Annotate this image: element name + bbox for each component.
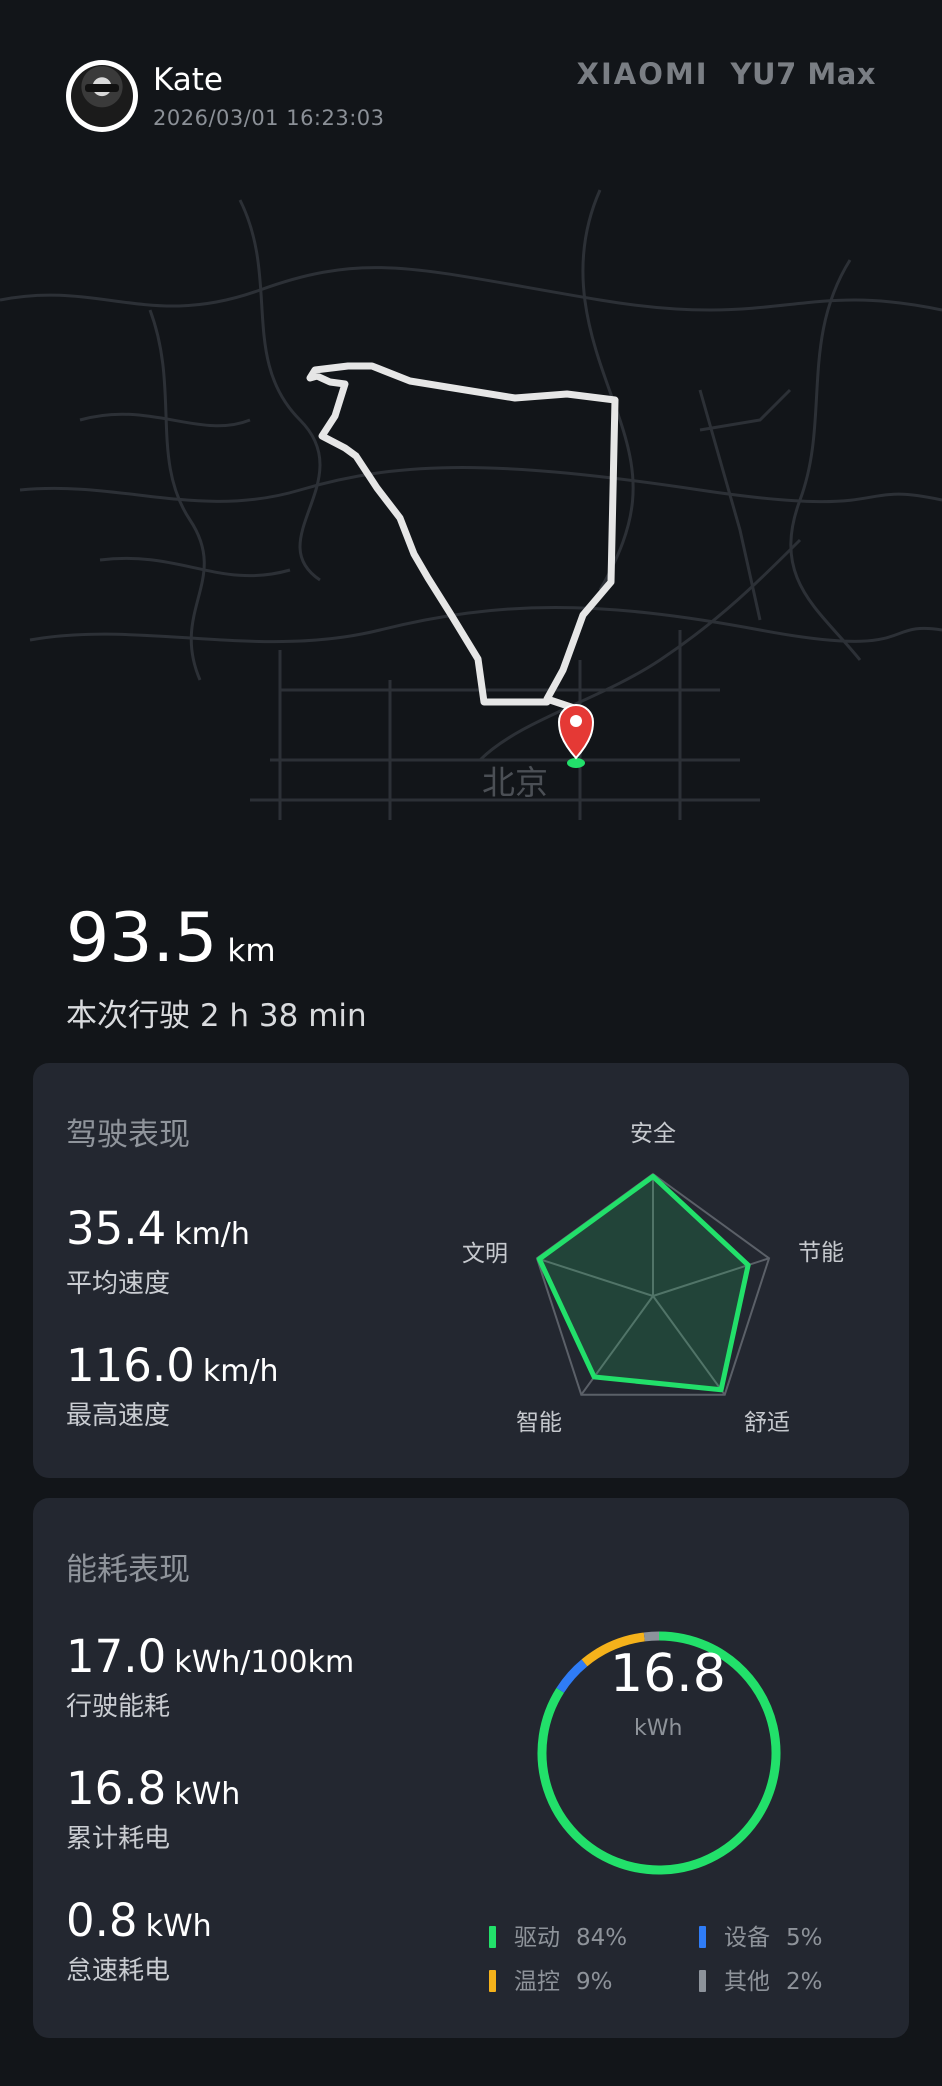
- ring-segment-other: [643, 1631, 660, 1642]
- legend-name-climate: 温控: [514, 1969, 560, 1995]
- legend-pct-drive: 84%: [576, 1925, 628, 1951]
- legend-pct-device: 5%: [786, 1925, 823, 1951]
- ring-center-unit: kWh: [634, 1716, 683, 1741]
- avatar-image: [71, 65, 133, 127]
- legend-pct-other: 2%: [786, 1969, 823, 1995]
- brand-model: YU7 Max: [730, 57, 876, 91]
- legend-swatch-other: [699, 1970, 706, 1992]
- map-roads: [0, 189, 942, 820]
- driving-performance-card[interactable]: 驾驶表现 35.4 km/h 平均速度 116.0 km/h 最高速度 安全 节能 …: [33, 1063, 909, 1478]
- route-map[interactable]: [0, 160, 942, 840]
- trip-distance-unit: km: [227, 933, 276, 969]
- radar-label-energy: 节能: [798, 1240, 844, 1266]
- radar-label-smart: 智能: [516, 1410, 562, 1436]
- legend-item-drive: 驱动 84%: [489, 1918, 627, 1952]
- legend-swatch-drive: [489, 1926, 496, 1948]
- user-name: Kate: [153, 62, 224, 98]
- legend-item-climate: 温控 9%: [489, 1962, 613, 1996]
- legend-name-drive: 驱动: [514, 1925, 560, 1951]
- route-line: [306, 362, 619, 714]
- brand-logo: XIAOMI YU7 Max: [577, 57, 876, 91]
- legend-item-device: 设备 5%: [699, 1918, 823, 1952]
- energy-ring-chart: [537, 1631, 781, 1875]
- legend-name-other: 其他: [724, 1969, 770, 1995]
- energy-performance-card[interactable]: 能耗表现 17.0 kWh/100km 行驶能耗 16.8 kWh 累计耗电 0.8…: [33, 1498, 909, 2038]
- legend-item-other: 其他 2%: [699, 1962, 823, 1996]
- legend-pct-climate: 9%: [576, 1969, 613, 1995]
- radar-label-comfort: 舒适: [744, 1410, 790, 1436]
- radar-label-safety: 安全: [630, 1121, 676, 1147]
- brand-name: XIAOMI: [576, 57, 709, 91]
- trip-distance-value: 93.5: [66, 899, 218, 978]
- radar-label-civility: 文明: [462, 1241, 508, 1267]
- legend-swatch-climate: [489, 1970, 496, 1992]
- legend-name-device: 设备: [724, 1925, 770, 1951]
- ring-center-value: 16.8: [610, 1644, 726, 1704]
- trip-distance: 93.5 km: [66, 905, 276, 973]
- trip-datetime: 2026/03/01 16:23:03: [153, 106, 385, 130]
- ring-segment-device: [556, 1659, 588, 1693]
- map-city-label: 北京: [482, 763, 548, 802]
- legend-swatch-device: [699, 1926, 706, 1948]
- avatar[interactable]: [66, 60, 138, 132]
- radar-series: [536, 1173, 751, 1393]
- trip-duration: 本次行驶 2 h 38 min: [66, 998, 367, 1034]
